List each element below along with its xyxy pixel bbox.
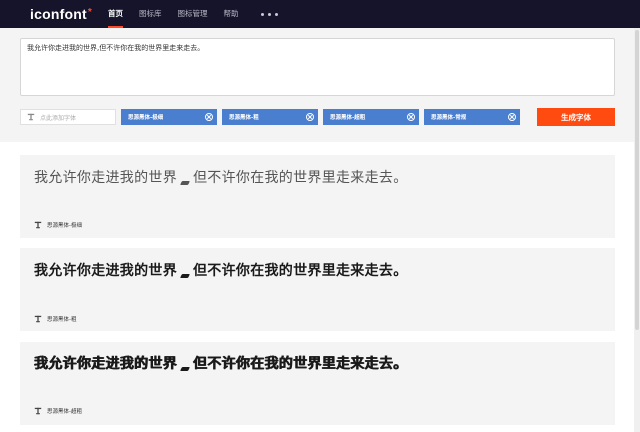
preview-font-meta: 思源黑体-超粗 xyxy=(34,407,82,415)
logo-mark: * xyxy=(87,7,92,18)
text-input[interactable]: 我允许你走进我的世界,但不许你在我的世界里走来走去。 xyxy=(20,38,615,96)
page-scrollbar[interactable] xyxy=(634,28,640,432)
sample-text-part1: 我允许你走进我的世界 xyxy=(34,356,177,372)
font-t-icon xyxy=(27,113,35,121)
font-chip-extralight[interactable]: 思源黑体-极细 xyxy=(121,109,217,125)
sample-text-part1: 我允许你走进我的世界 xyxy=(34,263,177,279)
nav-item-home[interactable]: 首页 xyxy=(108,0,123,28)
generate-font-button[interactable]: 生成字体 xyxy=(537,108,615,126)
nav-item-icon-library[interactable]: 图标库 xyxy=(139,0,162,28)
cursor-mark-icon xyxy=(180,274,190,278)
main-nav: 首页 图标库 图标管理 帮助 xyxy=(108,0,278,28)
preview-card-bold: 我允许你走进我的世界 但不许你在我的世界里走来走去。 思源黑体-粗 xyxy=(20,248,615,331)
preview-font-name: 思源黑体-超粗 xyxy=(47,409,82,415)
add-font-input[interactable]: 点此添加字体 xyxy=(20,109,116,125)
preview-font-meta: 思源黑体-极细 xyxy=(34,221,82,229)
editor-panel: 我允许你走进我的世界,但不许你在我的世界里走来走去。 点此添加字体 思源黑体-极… xyxy=(0,28,640,142)
preview-card-extralight: 我允许你走进我的世界 但不许你在我的世界里走来走去。 思源黑体-极细 xyxy=(20,155,615,238)
chip-label: 思源黑体-常规 xyxy=(431,115,467,121)
top-navbar: iconfont* 首页 图标库 图标管理 帮助 xyxy=(0,0,640,28)
preview-font-name: 思源黑体-极细 xyxy=(47,223,82,229)
preview-font-name: 思源黑体-粗 xyxy=(47,317,77,323)
nav-item-icon-management[interactable]: 图标管理 xyxy=(178,0,208,28)
ellipsis-dot xyxy=(274,12,278,16)
remove-chip-icon[interactable] xyxy=(306,113,314,121)
ellipsis-dot xyxy=(260,12,264,16)
add-font-placeholder: 点此添加字体 xyxy=(40,114,77,122)
preview-sample: 我允许你走进我的世界 但不许你在我的世界里走来走去。 xyxy=(34,167,408,187)
font-chip-regular[interactable]: 思源黑体-常规 xyxy=(424,109,520,125)
font-t-icon xyxy=(34,221,42,229)
preview-card-heavy: 我允许你走进我的世界 但不许你在我的世界里走来走去。 思源黑体-超粗 xyxy=(20,342,615,425)
preview-sample: 我允许你走进我的世界 但不许你在我的世界里走来走去。 xyxy=(34,260,408,280)
sample-text-part2: 但不许你在我的世界里走来走去。 xyxy=(193,356,408,372)
remove-chip-icon[interactable] xyxy=(205,113,213,121)
cursor-mark-icon xyxy=(180,181,190,185)
chip-label: 思源黑体-极细 xyxy=(128,115,164,121)
preview-font-meta: 思源黑体-粗 xyxy=(34,315,77,323)
cursor-mark-icon xyxy=(180,367,190,371)
font-t-icon xyxy=(34,407,42,415)
font-chip-heavy[interactable]: 思源黑体-超粗 xyxy=(323,109,419,125)
chip-label: 思源黑体-粗 xyxy=(229,115,259,121)
ellipsis-dot xyxy=(267,12,271,16)
nav-item-help[interactable]: 帮助 xyxy=(224,0,239,28)
preview-sample: 我允许你走进我的世界 但不许你在我的世界里走来走去。 xyxy=(34,353,408,373)
remove-chip-icon[interactable] xyxy=(407,113,415,121)
font-chip-bold[interactable]: 思源黑体-粗 xyxy=(222,109,318,125)
sample-text-part1: 我允许你走进我的世界 xyxy=(34,170,177,186)
iconfont-logo[interactable]: iconfont* xyxy=(30,6,92,22)
chip-label: 思源黑体-超粗 xyxy=(330,115,366,121)
font-controls: 点此添加字体 思源黑体-极细 思源黑体-粗 思源黑体-超粗 思源黑体-常规 生成… xyxy=(20,108,620,126)
remove-chip-icon[interactable] xyxy=(508,113,516,121)
sample-text-part2: 但不许你在我的世界里走来走去。 xyxy=(193,263,408,279)
scrollbar-thumb[interactable] xyxy=(635,30,639,330)
sample-text-part2: 但不许你在我的世界里走来走去。 xyxy=(193,170,408,186)
more-menu-icon[interactable] xyxy=(260,12,278,16)
font-t-icon xyxy=(34,315,42,323)
logo-text: iconfont xyxy=(30,6,87,22)
